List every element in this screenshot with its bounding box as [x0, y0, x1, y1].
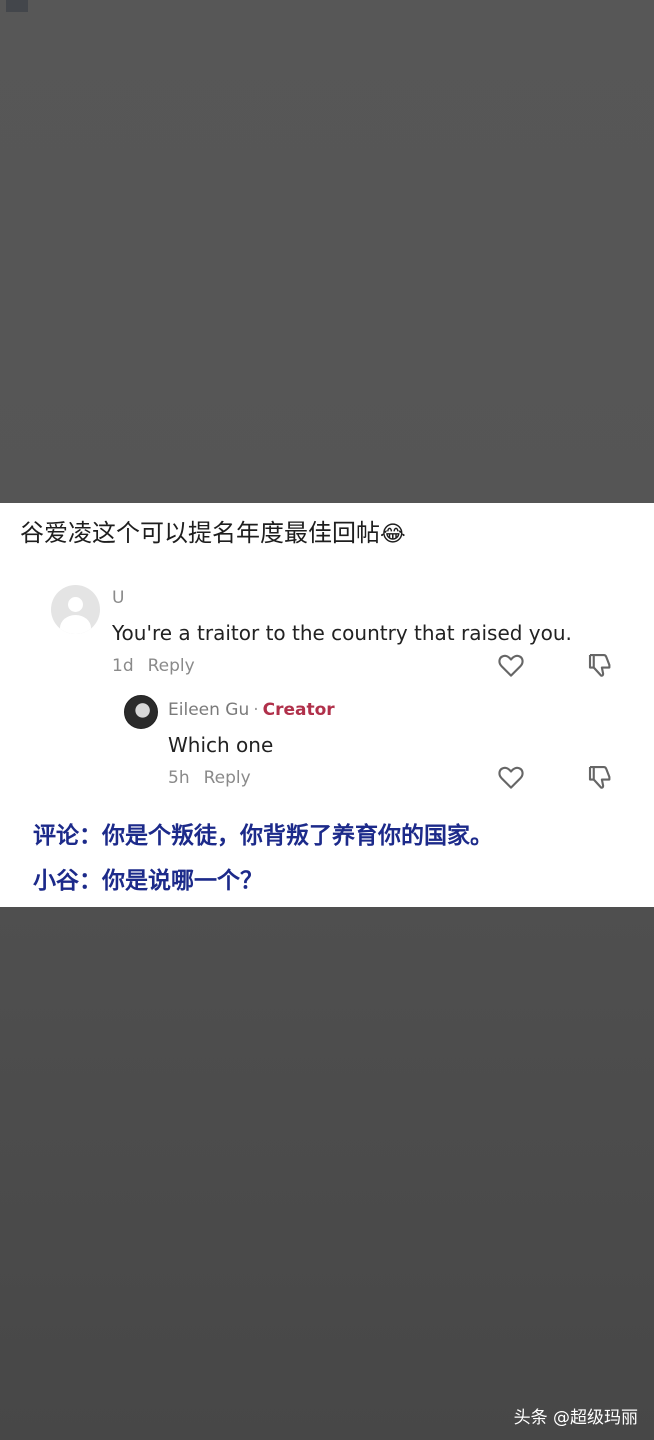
- comment-username[interactable]: U: [112, 588, 124, 608]
- default-avatar-icon[interactable]: [51, 585, 100, 634]
- heart-icon[interactable]: [496, 762, 526, 792]
- headline-text: 谷爱凌这个可以提名年度最佳回帖: [20, 519, 380, 547]
- thumbs-down-icon[interactable]: [585, 650, 615, 680]
- reply-text: Which one: [168, 733, 274, 757]
- watermark: 头条 @超级玛丽: [513, 1408, 638, 1428]
- creator-badge: Creator: [262, 700, 335, 720]
- reply-age: 5h: [168, 768, 190, 788]
- comment-reply-button[interactable]: Reply: [148, 656, 195, 676]
- bottom-video-area: [0, 907, 654, 1440]
- laughing-emoji-icon: 😂: [380, 522, 406, 547]
- comment-text: You're a traitor to the country that rai…: [112, 621, 572, 645]
- corner-mark: [6, 0, 28, 12]
- separator-dot: ·: [253, 700, 259, 720]
- comment-meta: 1d Reply: [112, 656, 195, 676]
- post-headline: 谷爱凌这个可以提名年度最佳回帖😂: [20, 513, 406, 548]
- screenshot-card: 谷爱凌这个可以提名年度最佳回帖😂 U You're a traitor to t…: [0, 503, 654, 907]
- reply-meta: 5h Reply: [168, 768, 251, 788]
- reply-username[interactable]: Eileen Gu: [168, 700, 249, 720]
- top-video-area: [0, 0, 654, 503]
- creator-avatar[interactable]: [124, 695, 158, 729]
- caption-comment-translation: 评论：你是个叛徒，你背叛了养育你的国家。: [33, 823, 493, 849]
- reply-reply-button[interactable]: Reply: [204, 768, 251, 788]
- reply-header: Eileen Gu · Creator: [168, 700, 335, 720]
- thumbs-down-icon[interactable]: [585, 762, 615, 792]
- heart-icon[interactable]: [496, 650, 526, 680]
- comment-age: 1d: [112, 656, 134, 676]
- caption-reply-translation: 小谷：你是说哪一个？: [33, 868, 263, 894]
